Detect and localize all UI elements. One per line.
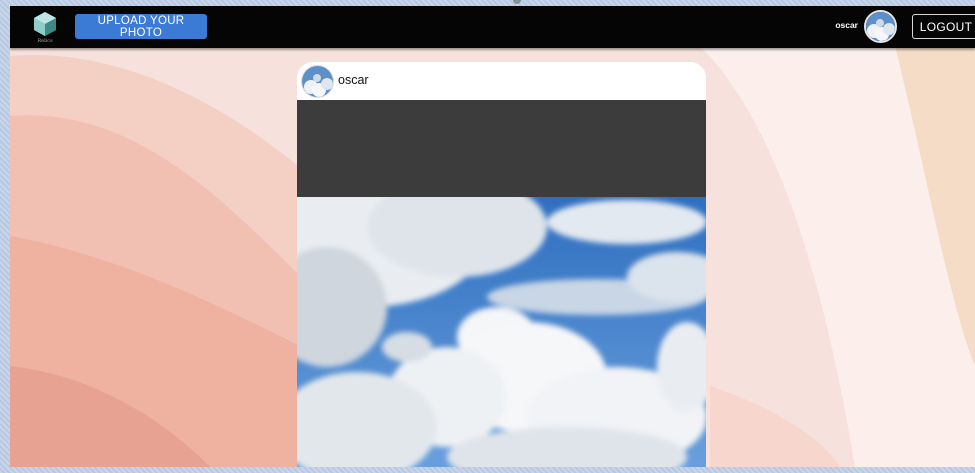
logout-button[interactable]: LOGOUT [912,14,975,39]
post-avatar[interactable] [301,65,334,98]
post-media-letterbox [297,100,706,197]
post-header: oscar [297,62,706,100]
window-notch [513,0,521,4]
cloudy-sky-photo[interactable] [297,167,706,467]
post-username[interactable]: oscar [338,73,369,87]
logo-text: Relics [37,38,53,44]
post-card: oscar [297,62,706,467]
user-avatar[interactable] [864,10,897,43]
upload-photo-button[interactable]: UPLOAD YOUR PHOTO [75,14,207,39]
cube-logo-icon[interactable]: Relics [32,10,58,44]
top-navbar: Relics UPLOAD YOUR PHOTO oscar LOGOUT [10,6,975,48]
app-viewport: Relics UPLOAD YOUR PHOTO oscar LOGOUT os… [10,6,975,467]
nav-username[interactable]: oscar [818,20,858,30]
